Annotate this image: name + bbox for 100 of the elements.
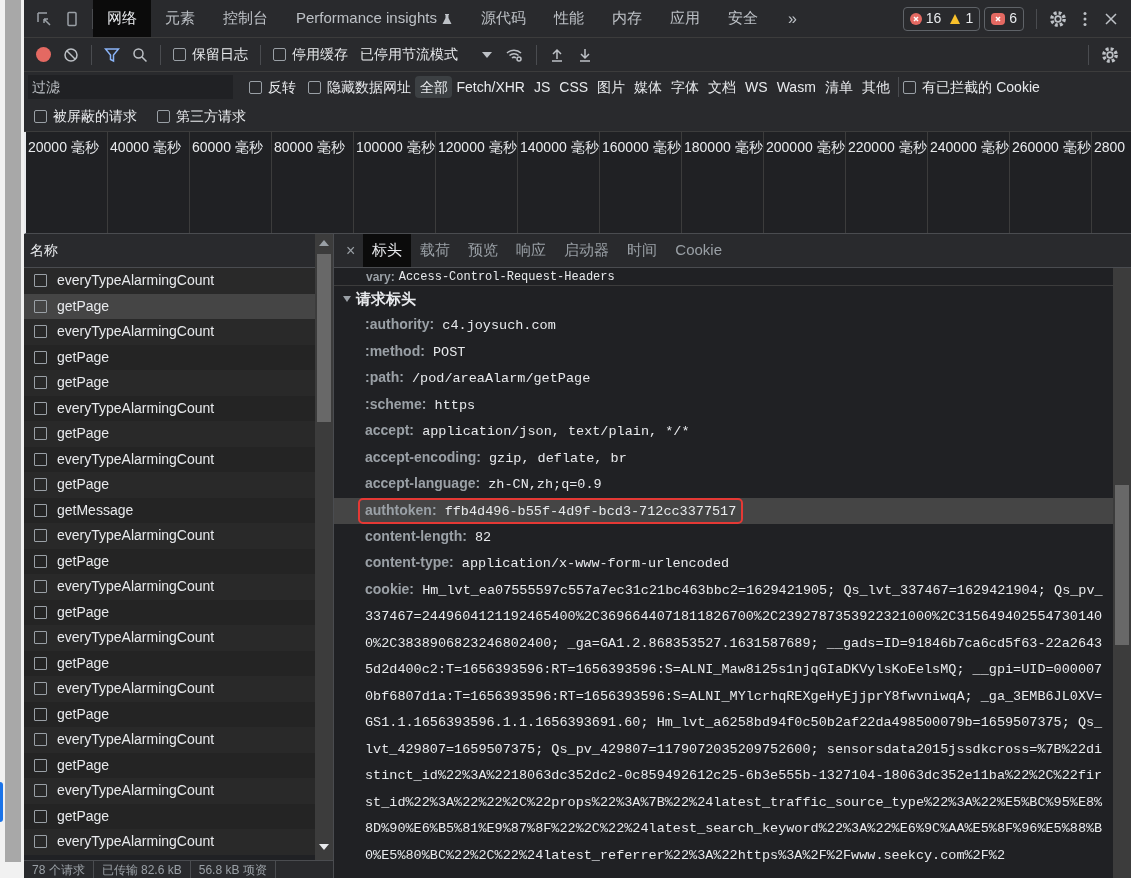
timeline-overview[interactable]: 20000 毫秒 40000 毫秒 60000 毫秒 80000 毫秒 100000 毫秒 120000 毫秒 140000 毫秒 160000 毫秒 180000 毫秒 200000 毫秒 220000 毫秒 240000 毫秒 260000 毫秒 2800 <box>24 132 1131 234</box>
request-row[interactable]: getPage <box>24 344 315 370</box>
request-row[interactable]: everyTypeAlarmingCount <box>24 829 315 855</box>
request-name: getPage <box>57 551 110 571</box>
request-name: everyTypeAlarmingCount <box>57 398 215 418</box>
type-filter-button[interactable]: 全部 <box>415 76 452 98</box>
timeline-tick-label: 140000 毫秒 <box>519 138 599 157</box>
detail-tab[interactable]: 预览 <box>459 234 508 267</box>
request-row[interactable]: everyTypeAlarmingCount <box>24 778 315 804</box>
request-row[interactable]: getPage <box>24 548 315 574</box>
header-entry: content-length: 82 <box>365 529 492 545</box>
issue-count: 6 <box>1009 9 1017 28</box>
column-header[interactable]: 名称 <box>30 240 58 261</box>
error-warning-counter[interactable]: 16 1 <box>902 6 981 31</box>
timeline-tick-label: 220000 毫秒 <box>847 138 927 157</box>
request-row[interactable]: everyTypeAlarmingCount <box>24 523 315 549</box>
filter-field[interactable]: 过滤 <box>28 75 233 99</box>
request-row[interactable]: getPage <box>24 472 315 498</box>
detail-tab[interactable]: 标头 <box>363 234 412 267</box>
request-row[interactable]: getPage <box>24 293 315 319</box>
panel-tab[interactable]: 性能 <box>539 0 598 37</box>
request-row[interactable]: everyTypeAlarmingCount <box>24 268 315 294</box>
header-name: vary: <box>366 269 395 284</box>
panel-tab[interactable]: 安全 <box>713 0 772 37</box>
header-entry: authtoken: ffb4d496-b55f-4d9f-bcd3-712cc3377517 <box>365 503 737 519</box>
issues-counter[interactable]: 6 <box>984 6 1024 31</box>
request-name: getPage <box>57 475 110 495</box>
request-name: everyTypeAlarmingCount <box>57 832 215 852</box>
request-row[interactable]: getMessage <box>24 497 315 523</box>
checkbox-label: 被屏蔽的请求 <box>53 107 137 126</box>
request-name: getPage <box>57 424 110 444</box>
request-row[interactable]: everyTypeAlarmingCount <box>24 625 315 651</box>
request-row[interactable]: getPage <box>24 370 315 396</box>
request-row[interactable]: getPage <box>24 803 315 829</box>
panel-tab[interactable]: 元素 <box>151 0 209 37</box>
detail-tab[interactable]: 启动器 <box>555 234 619 267</box>
request-row[interactable]: getPage <box>24 650 315 676</box>
timeline-tick-label: 20000 毫秒 <box>27 138 100 157</box>
checkbox-label: 隐藏数据网址 <box>327 77 411 97</box>
detail-tab[interactable]: Cookie <box>666 234 732 267</box>
detail-tab[interactable]: 时间 <box>618 234 667 267</box>
warning-count: 1 <box>965 9 974 28</box>
more-tabs-button[interactable]: » <box>771 6 813 31</box>
close-button[interactable]: × <box>342 238 360 263</box>
detail-tab[interactable]: 响应 <box>507 234 556 267</box>
section-header[interactable]: 请求标头 <box>334 286 416 312</box>
header-entry: content-type: application/x-www-form-urlencoded <box>365 556 730 571</box>
type-filter-button[interactable]: 字体 <box>666 76 704 98</box>
request-name: getPage <box>57 296 110 316</box>
type-filter-button[interactable]: 图片 <box>592 76 630 98</box>
panel-tab[interactable]: 源代码 <box>466 0 540 37</box>
request-row[interactable]: everyTypeAlarmingCount <box>24 727 315 753</box>
type-filter-button[interactable]: 媒体 <box>629 76 667 98</box>
request-row[interactable]: getPage <box>24 599 315 625</box>
header-entry: :scheme: https <box>365 397 476 413</box>
header-entry: accept-encoding: gzip, deflate, br <box>365 450 627 466</box>
header-entry: accept: application/json, text/plain, */* <box>365 424 690 439</box>
detail-tab[interactable]: 载荷 <box>411 234 460 267</box>
request-name: everyTypeAlarmingCount <box>57 449 215 469</box>
status-text: 56.8 kB 项资 <box>190 861 276 878</box>
timeline-tick-label: 240000 毫秒 <box>929 138 1009 157</box>
checkbox-label: 保留日志 <box>192 45 248 64</box>
request-name: everyTypeAlarmingCount <box>57 271 215 291</box>
panel-tab[interactable]: 控制台 <box>209 0 282 37</box>
request-row[interactable]: getPage <box>24 421 315 447</box>
type-filter-button[interactable]: 其他 <box>857 76 895 98</box>
header-entry: :authority: c4.joysuch.com <box>365 318 556 333</box>
type-filter-button[interactable]: Wasm <box>772 76 821 98</box>
request-row[interactable]: everyTypeAlarmingCount <box>24 319 315 345</box>
request-row[interactable]: getPage <box>24 701 315 727</box>
header-entry: :path: /pod/areaAlarm/getPage <box>365 371 591 386</box>
request-row[interactable]: everyTypeAlarmingCount <box>24 574 315 600</box>
checkbox-label: 停用缓存 <box>292 45 348 64</box>
request-name: getPage <box>57 704 110 724</box>
request-row[interactable]: everyTypeAlarmingCount <box>24 676 315 702</box>
type-filter-button[interactable]: CSS <box>554 76 593 98</box>
type-filter-button[interactable]: Fetch/XHR <box>452 76 530 98</box>
type-filter-button[interactable]: JS <box>529 76 555 98</box>
throttling-dropdown[interactable]: 已停用节流模式 <box>360 44 492 65</box>
timeline-tick-label: 160000 毫秒 <box>601 138 681 157</box>
panel-tab[interactable]: Performance insights <box>282 0 467 37</box>
request-name: getPage <box>57 373 110 393</box>
type-filter-button[interactable]: 文档 <box>703 76 741 98</box>
request-row[interactable]: getPage <box>24 752 315 778</box>
type-filter-button[interactable]: WS <box>740 76 773 98</box>
type-filter-button[interactable]: 清单 <box>820 76 858 98</box>
timeline-tick-label: 260000 毫秒 <box>1011 138 1091 157</box>
request-name: getPage <box>57 806 110 826</box>
panel-tab[interactable]: 网络 <box>93 0 151 37</box>
request-row[interactable]: everyTypeAlarmingCount <box>24 446 315 472</box>
timeline-tick-label: 80000 毫秒 <box>273 138 346 157</box>
request-name: getMessage <box>57 500 134 520</box>
error-count: 16 <box>925 9 942 28</box>
panel-tab[interactable]: 应用 <box>655 0 714 37</box>
panel-tab[interactable]: 内存 <box>597 0 656 37</box>
timeline-tick-label: 200000 毫秒 <box>765 138 845 157</box>
checkbox-label: 反转 <box>268 77 296 97</box>
status-text: 已传输 82.6 kB <box>93 861 191 878</box>
timeline-tick-label: 40000 毫秒 <box>109 138 182 157</box>
request-row[interactable]: everyTypeAlarmingCount <box>24 395 315 421</box>
